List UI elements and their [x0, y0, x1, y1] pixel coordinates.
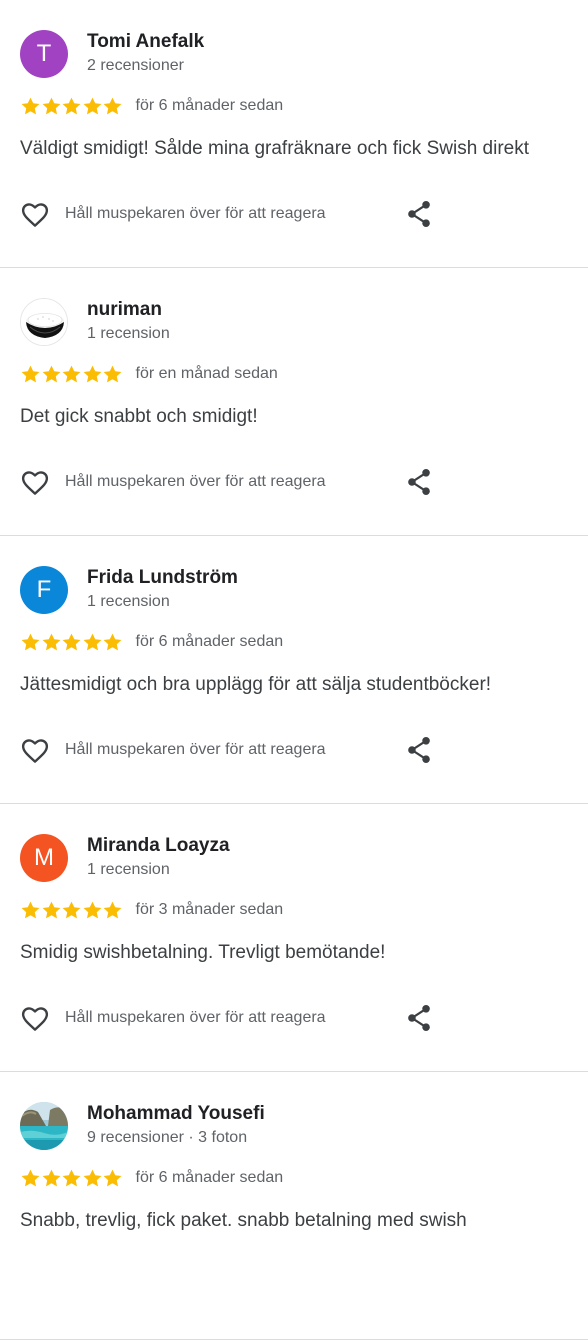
share-icon[interactable]: [406, 735, 432, 765]
reviewer-meta: 1 recension: [87, 593, 170, 610]
avatar[interactable]: F: [20, 566, 68, 614]
rating-row: för en månad sedan: [20, 363, 278, 385]
review-date: för 6 månader sedan: [135, 1169, 284, 1186]
review-card: T Tomi Anefalk 2 recensioner för 6 månad…: [0, 0, 588, 268]
heart-icon[interactable]: [20, 200, 50, 228]
star-icon: [21, 365, 40, 382]
review-text: Väldigt smidigt! Sålde mina grafräknare …: [20, 138, 530, 159]
star-icon: [103, 365, 122, 382]
review-text: Det gick snabbt och smidigt!: [20, 406, 258, 427]
rating-row: för 6 månader sedan: [20, 631, 283, 653]
star-icon: [83, 633, 101, 650]
review-card: M Miranda Loayza 1 recension för 3 månad…: [0, 804, 588, 1072]
reviewer-name[interactable]: nuriman: [87, 299, 162, 321]
star-icon: [21, 97, 40, 114]
avatar[interactable]: [20, 1102, 68, 1150]
star-icon: [62, 365, 81, 382]
star-rating: [20, 900, 123, 921]
star-icon: [42, 1169, 60, 1186]
star-rating: [20, 96, 123, 117]
review-date: för 6 månader sedan: [135, 633, 284, 650]
star-rating: [20, 632, 123, 653]
reviewer-meta: 9 recensioner · 3 foton: [87, 1129, 248, 1146]
rating-row: för 3 månader sedan: [20, 899, 283, 921]
star-icon: [42, 365, 60, 382]
star-icon: [42, 97, 60, 114]
rice-bowl-image: [21, 299, 67, 345]
star-icon: [62, 633, 81, 650]
heart-icon[interactable]: [20, 1004, 50, 1032]
avatar[interactable]: [20, 298, 68, 346]
star-icon: [21, 1169, 40, 1186]
reviewer-meta: 2 recensioner: [87, 57, 184, 74]
avatar[interactable]: T: [20, 30, 68, 78]
react-hint-label: Håll muspekaren över för att reagera: [65, 473, 326, 490]
star-icon: [21, 901, 40, 918]
avatar[interactable]: M: [20, 834, 68, 882]
star-icon: [83, 365, 101, 382]
star-icon: [21, 633, 40, 650]
reviewer-meta: 1 recension: [87, 325, 170, 342]
share-icon[interactable]: [406, 1003, 432, 1033]
react-hint-label: Håll muspekaren över för att reagera: [65, 205, 326, 222]
react-hint-label: Håll muspekaren över för att reagera: [65, 1009, 326, 1026]
heart-icon[interactable]: [20, 468, 50, 496]
review-text: Snabb, trevlig, fick paket. snabb betaln…: [20, 1210, 467, 1231]
coastal-landscape-image: [20, 1102, 68, 1150]
reviewer-name[interactable]: Frida Lundström: [87, 567, 238, 589]
star-icon: [83, 1169, 101, 1186]
share-icon[interactable]: [406, 199, 432, 229]
review-actions: Håll muspekaren över för att reagera: [20, 466, 440, 498]
star-icon: [62, 97, 81, 114]
star-icon: [42, 901, 60, 918]
star-icon: [62, 901, 81, 918]
review-text: Jättesmidigt och bra upplägg för att säl…: [20, 674, 492, 695]
review-actions: Håll muspekaren över för att reagera: [20, 1002, 440, 1034]
review-actions: Håll muspekaren över för att reagera: [20, 734, 440, 766]
review-date: för 6 månader sedan: [135, 97, 284, 114]
reviewer-name[interactable]: Miranda Loayza: [87, 835, 230, 857]
reviewer-name[interactable]: Mohammad Yousefi: [87, 1103, 265, 1125]
review-actions: Håll muspekaren över för att reagera: [20, 198, 440, 230]
heart-icon[interactable]: [20, 736, 50, 764]
star-icon: [103, 633, 122, 650]
star-rating: [20, 1168, 123, 1189]
star-icon: [103, 97, 122, 114]
star-icon: [103, 1169, 122, 1186]
star-icon: [103, 901, 122, 918]
review-card: Mohammad Yousefi 9 recensioner · 3 foton…: [0, 1072, 588, 1340]
rating-row: för 6 månader sedan: [20, 95, 283, 117]
share-icon[interactable]: [406, 467, 432, 497]
react-hint-label: Håll muspekaren över för att reagera: [65, 741, 326, 758]
star-rating: [20, 364, 123, 385]
review-date: för 3 månader sedan: [135, 901, 284, 918]
review-text: Smidig swishbetalning. Trevligt bemötand…: [20, 942, 386, 963]
star-icon: [42, 633, 60, 650]
review-date: för en månad sedan: [135, 365, 278, 382]
rating-row: för 6 månader sedan: [20, 1167, 283, 1189]
reviewer-meta: 1 recension: [87, 861, 170, 878]
review-card: nuriman 1 recension för en månad sedan D…: [0, 268, 588, 536]
reviewer-name[interactable]: Tomi Anefalk: [87, 31, 204, 53]
star-icon: [83, 97, 101, 114]
review-card: F Frida Lundström 1 recension för 6 måna…: [0, 536, 588, 804]
star-icon: [62, 1169, 81, 1186]
star-icon: [83, 901, 101, 918]
